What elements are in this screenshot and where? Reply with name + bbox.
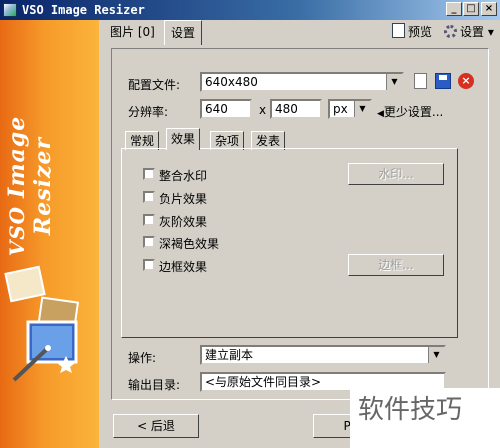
back-button[interactable]: < 后退	[113, 414, 199, 438]
app-icon	[3, 3, 17, 17]
border-button[interactable]: 边框...	[348, 254, 444, 276]
resolution-label: 分辨率:	[128, 105, 169, 119]
dropdown-arrow-icon: ▼	[428, 347, 444, 363]
negative-checkbox[interactable]	[143, 191, 155, 203]
unit-select[interactable]: px ▼	[328, 99, 372, 119]
height-input[interactable]: 480	[270, 99, 322, 119]
tab-effects[interactable]: 效果	[166, 128, 201, 150]
tab-settings[interactable]: 设置	[164, 20, 203, 45]
output-dir-label: 输出目录:	[128, 378, 181, 392]
top-tab-bar: 图片 [0] 设置 预览 设置 ▾	[100, 20, 500, 45]
sepia-label: 深褐色效果	[159, 237, 220, 251]
negative-label: 负片效果	[159, 192, 208, 206]
profile-select[interactable]: 640x480 ▼	[200, 72, 404, 92]
watermark-checkbox[interactable]	[143, 168, 155, 180]
title-bar: VSO Image Resizer _ □ ×	[0, 0, 500, 20]
gear-icon	[444, 25, 457, 38]
new-profile-icon[interactable]	[414, 73, 427, 89]
more-settings-link[interactable]: ◀更少设置...	[377, 103, 443, 120]
width-input[interactable]: 640	[200, 99, 252, 119]
border-checkbox[interactable]	[143, 259, 155, 271]
brand-text: VSO Image Resizer	[4, 115, 56, 257]
dropdown-arrow-icon: ▼	[386, 74, 402, 90]
triangle-icon: ◀	[377, 109, 384, 119]
dropdown-arrow-icon: ▼	[354, 101, 370, 117]
site-watermark: 软件技巧	[350, 388, 500, 448]
border-label: 边框效果	[159, 260, 208, 274]
delete-profile-icon[interactable]: ×	[458, 73, 474, 89]
minimize-button[interactable]: _	[446, 2, 462, 16]
photos-illustration-icon	[4, 265, 80, 382]
preview-icon	[392, 23, 405, 38]
times-label: x	[259, 103, 267, 117]
sepia-checkbox[interactable]	[143, 236, 155, 248]
watermark-button[interactable]: 水印...	[348, 163, 444, 185]
preview-button[interactable]: 预览	[392, 23, 432, 41]
grayscale-checkbox[interactable]	[143, 214, 155, 226]
maximize-button[interactable]: □	[463, 2, 479, 16]
window-title: VSO Image Resizer	[22, 3, 145, 17]
operation-label: 操作:	[128, 351, 157, 365]
watermark-label: 整合水印	[159, 169, 208, 183]
grayscale-label: 灰阶效果	[159, 215, 208, 229]
settings-menu-button[interactable]: 设置 ▾	[444, 23, 494, 41]
chevron-down-icon: ▾	[487, 25, 494, 39]
tab-images[interactable]: 图片 [0]	[104, 22, 161, 42]
save-profile-icon[interactable]	[435, 73, 451, 89]
close-button[interactable]: ×	[481, 2, 497, 16]
profile-label: 配置文件:	[128, 78, 181, 92]
brand-sidebar: VSO Image Resizer	[0, 20, 99, 448]
operation-select[interactable]: 建立副本 ▼	[200, 345, 446, 365]
